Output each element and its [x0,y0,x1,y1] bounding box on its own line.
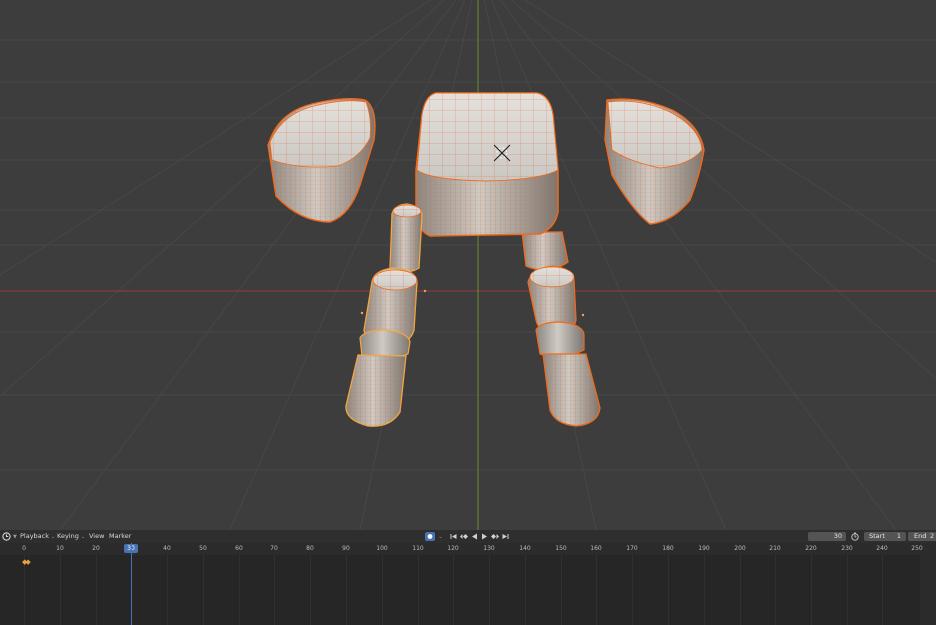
next-keyframe-icon [491,534,499,539]
stopwatch-icon [851,532,859,541]
ruler-tick: 170 [626,545,638,552]
left-upper-arm-mesh[interactable] [389,203,423,273]
play-icon [482,533,487,540]
ruler-tick: 230 [841,545,853,552]
ruler-tick: 190 [698,545,710,552]
current-frame-field[interactable]: 30 [808,532,846,541]
ruler-tick: 220 [805,545,817,552]
ruler-tick: 250 [911,545,923,552]
start-frame-field[interactable]: Start 1 [864,532,906,541]
chevron-down-icon: ⌄ [51,534,56,540]
ruler-tick: 130 [483,545,495,552]
start-frame-label: Start [869,532,885,540]
timeline-header: ▼ Playback ⌄ Keying ⌄ View Marker ⌄ 30 S… [0,530,936,543]
chevron-down-icon: ⌄ [80,534,86,540]
ruler-tick: 20 [92,545,100,552]
auto-keying-button[interactable] [425,532,435,541]
menu-playback[interactable]: Playback ⌄ [20,532,55,542]
stopwatch-button[interactable] [850,532,860,541]
viewport-canvas[interactable] [0,0,936,530]
jump-to-end-button[interactable] [501,532,510,541]
menu-marker[interactable]: Marker [109,532,131,541]
jump-to-start-icon [450,534,457,539]
right-upper-arm-mesh[interactable] [521,231,569,271]
menu-playback-label: Playback [20,532,50,540]
ruler-tick: 140 [519,545,531,552]
torso-mesh[interactable] [415,92,559,237]
end-frame-field[interactable]: End 2 [908,532,936,541]
editor-type-dropdown-icon[interactable]: ▼ [11,532,17,542]
timeline-scrollbar[interactable] [920,555,936,625]
play-button[interactable] [480,532,489,541]
ruler-tick: 80 [306,545,314,552]
3d-viewport[interactable] [0,0,936,530]
ruler-tick: 50 [199,545,207,552]
ruler-tick: 40 [163,545,171,552]
playhead-line[interactable] [131,543,132,625]
previous-keyframe-button[interactable] [459,532,469,541]
frame-ruler[interactable]: 0 10 20 30 40 50 60 70 80 90 100 110 120… [0,543,936,555]
previous-keyframe-icon [460,534,468,539]
ruler-tick: 10 [56,545,64,552]
end-frame-label: End [914,532,927,540]
ruler-tick: 240 [876,545,888,552]
start-frame-value: 1 [896,532,901,540]
ruler-tick: 70 [270,545,278,552]
ruler-tick: 100 [376,545,388,552]
ruler-tick: 120 [447,545,459,552]
end-frame-value: 2 [930,532,935,540]
jump-to-start-button[interactable] [449,532,458,541]
keyframe-diamond-icon[interactable]: ◆◆ [22,558,31,566]
menu-keying-label: Keying [57,532,79,540]
ruler-tick: 60 [235,545,243,552]
ruler-tick: 180 [662,545,674,552]
ruler-tick: 160 [590,545,602,552]
play-reverse-button[interactable] [470,532,479,541]
ruler-tick: 150 [555,545,567,552]
jump-to-end-icon [502,534,509,539]
ruler-tick: 110 [412,545,424,552]
ruler-tick: 0 [22,545,26,552]
auto-keying-dropdown[interactable]: ⌄ [436,532,443,541]
ruler-tick: 200 [734,545,746,552]
menu-view[interactable]: View [89,532,104,541]
blender-window: ▼ Playback ⌄ Keying ⌄ View Marker ⌄ 30 S… [0,0,936,625]
play-reverse-icon [472,533,477,540]
ruler-tick: 90 [342,545,350,552]
keyframe-area[interactable] [0,555,936,625]
next-keyframe-button[interactable] [490,532,500,541]
record-icon [427,534,433,539]
menu-keying[interactable]: Keying ⌄ [57,532,85,542]
timeline-editor[interactable]: ▼ Playback ⌄ Keying ⌄ View Marker ⌄ 30 S… [0,530,936,625]
ruler-tick: 210 [769,545,781,552]
